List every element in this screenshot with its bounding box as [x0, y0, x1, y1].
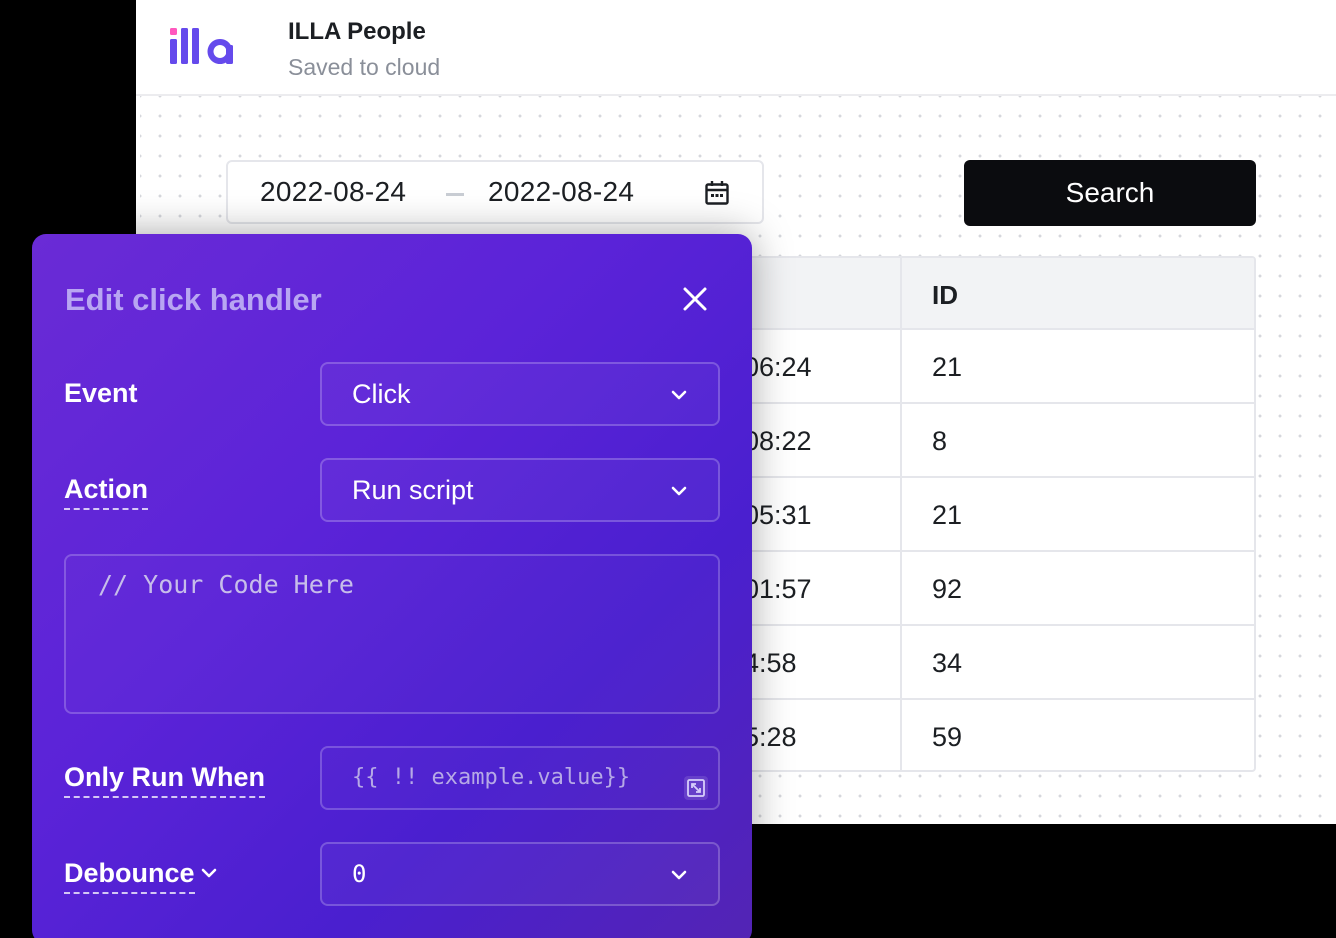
table-cell-time: 5:28 — [744, 722, 797, 752]
event-label: Event — [64, 378, 138, 408]
action-label[interactable]: Action — [64, 474, 148, 510]
calendar-icon[interactable] — [704, 180, 730, 206]
chevron-down-icon[interactable] — [200, 866, 218, 880]
expand-icon[interactable] — [682, 774, 710, 802]
date-range-picker[interactable]: 2022-08-24 2022-08-24 — [226, 160, 764, 224]
app-title: ILLA People — [288, 18, 426, 45]
only-run-when-label[interactable]: Only Run When — [64, 762, 265, 798]
modal-title: Edit click handler — [65, 282, 322, 317]
table-row[interactable]: 08:22 8 — [738, 404, 1254, 478]
chevron-down-icon — [671, 486, 687, 496]
table-cell-id: 21 — [932, 352, 963, 382]
event-select-value: Click — [352, 379, 411, 409]
table-header: ID — [738, 258, 1254, 330]
action-select[interactable]: Run script — [320, 458, 720, 522]
table-cell-id: 34 — [932, 648, 963, 678]
table-cell-time: 4:58 — [744, 648, 797, 678]
column-header-id[interactable]: ID — [932, 280, 958, 311]
table-cell-id: 92 — [932, 574, 963, 604]
table-cell-id: 21 — [932, 500, 963, 530]
table-row[interactable]: 5:28 59 — [738, 700, 1254, 770]
close-icon[interactable] — [680, 284, 710, 314]
table-row[interactable]: 4:58 34 — [738, 626, 1254, 700]
table-cell-time: 06:24 — [744, 352, 812, 382]
table-cell-id: 8 — [932, 426, 948, 456]
search-button[interactable]: Search — [964, 160, 1256, 226]
code-placeholder: // Your Code Here — [98, 570, 354, 599]
data-table: ID 06:24 21 08:22 8 05:31 21 01:57 92 4:… — [736, 256, 1256, 772]
table-cell-id: 59 — [932, 722, 963, 752]
table-cell-time: 08:22 — [744, 426, 812, 456]
only-run-when-placeholder: {{ !! example.value}} — [352, 765, 631, 790]
column-divider — [900, 258, 902, 770]
debounce-select[interactable]: 0 — [320, 842, 720, 906]
debounce-label[interactable]: Debounce — [64, 858, 195, 894]
illa-logo — [170, 28, 233, 64]
date-separator — [446, 193, 464, 196]
table-row[interactable]: 05:31 21 — [738, 478, 1254, 552]
edit-click-handler-modal: Edit click handler Event Click Action Ru… — [32, 234, 752, 938]
app-header: ILLA People Saved to cloud — [136, 0, 1336, 96]
date-start[interactable]: 2022-08-24 — [260, 176, 406, 208]
table-cell-time: 05:31 — [744, 500, 812, 530]
chevron-down-icon — [671, 390, 687, 400]
table-row[interactable]: 06:24 21 — [738, 330, 1254, 404]
only-run-when-input[interactable]: {{ !! example.value}} — [320, 746, 720, 810]
chevron-down-icon — [671, 870, 687, 880]
save-status: Saved to cloud — [288, 54, 441, 80]
script-code-editor[interactable]: // Your Code Here — [64, 554, 720, 714]
table-row[interactable]: 01:57 92 — [738, 552, 1254, 626]
table-cell-time: 01:57 — [744, 574, 812, 604]
debounce-select-value: 0 — [352, 860, 367, 888]
action-select-value: Run script — [352, 475, 474, 505]
date-end[interactable]: 2022-08-24 — [488, 176, 634, 208]
event-select[interactable]: Click — [320, 362, 720, 426]
